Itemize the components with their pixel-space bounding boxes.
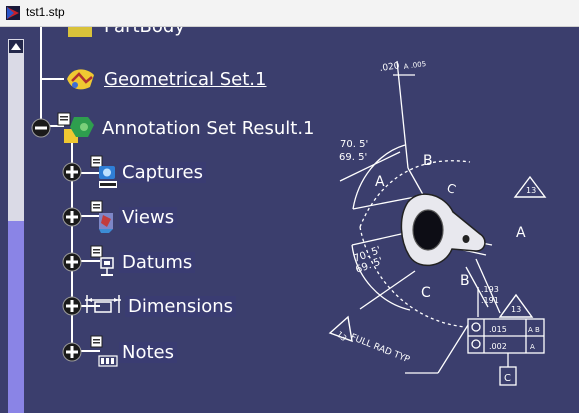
dim-193: .193	[481, 285, 499, 294]
annotation-drawing: .020 A .005 70. 5' 69. 5' 70. 5' 69. 5' …	[328, 60, 547, 386]
label-b-upper: B	[423, 153, 433, 169]
label-b-lower: B	[460, 273, 470, 289]
note-13-top: 13	[526, 186, 536, 195]
label-c-upper: C	[445, 181, 458, 197]
label-a-right: A	[516, 225, 526, 241]
note-13-left: 13	[335, 330, 349, 343]
note-13-mid: 13	[511, 305, 521, 314]
3d-viewport[interactable]: PartBody Geometrical Set.1 Annotation Se…	[0, 27, 579, 413]
catia-app-icon	[6, 6, 20, 20]
angle-upper-1: 70. 5'	[340, 139, 368, 150]
tolerance-top: .020	[379, 61, 401, 74]
dim-191: .191	[481, 296, 499, 305]
full-rad-note: FULL RAD TYP	[349, 333, 412, 366]
datum-c: C	[504, 373, 511, 384]
tolerance-top-suffix: A .005	[403, 60, 427, 71]
fcf-2-ref: A	[530, 343, 535, 351]
fcf-1-ref: A B	[528, 326, 540, 334]
angle-upper-2: 69. 5'	[339, 152, 367, 163]
label-c-lower: C	[421, 285, 431, 301]
window-titlebar: tst1.stp	[0, 0, 579, 27]
window-title: tst1.stp	[26, 5, 65, 19]
fcf-2: .002	[489, 342, 507, 351]
fcf-1: .015	[489, 325, 507, 334]
label-a-left: A	[375, 174, 385, 190]
